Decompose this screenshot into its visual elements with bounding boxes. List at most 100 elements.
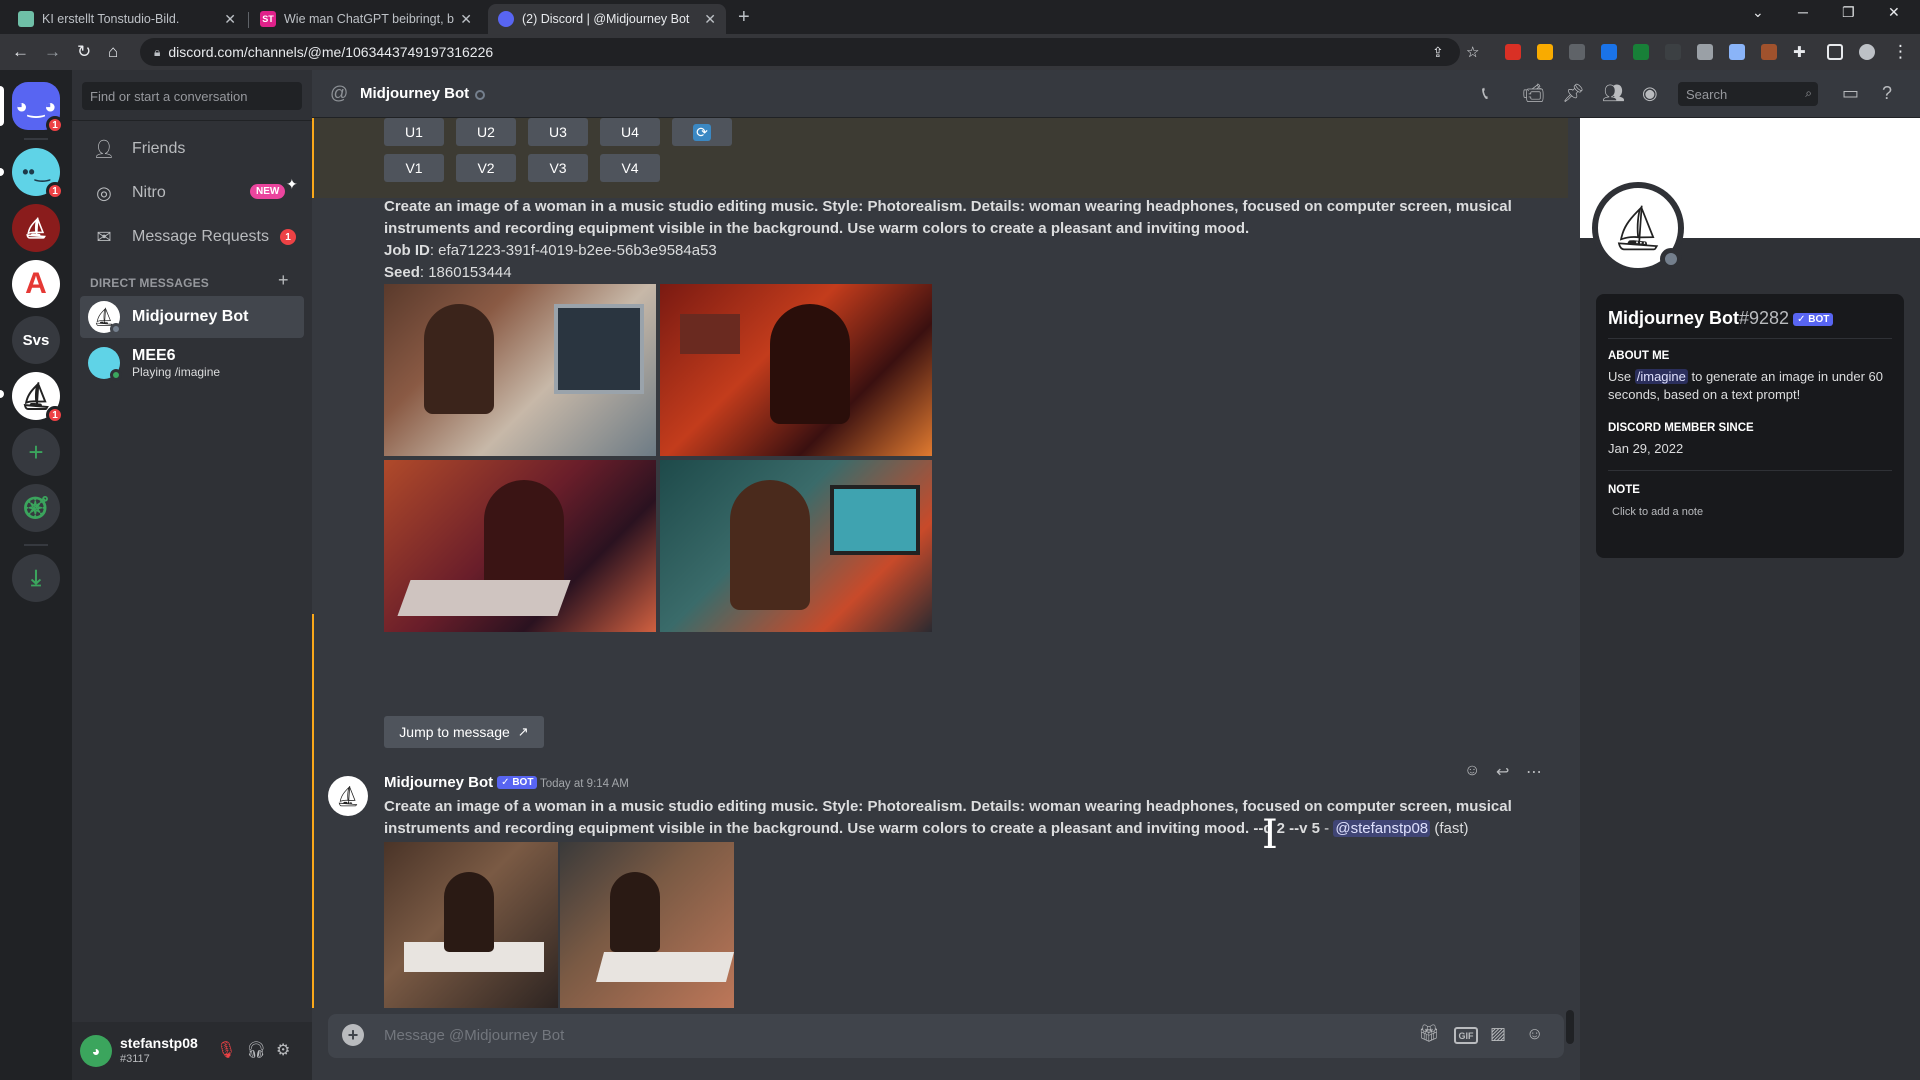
user-avatar[interactable]: ◕ bbox=[80, 1035, 112, 1067]
generated-image-2[interactable] bbox=[660, 284, 932, 456]
notification-badge: 1 bbox=[46, 406, 64, 424]
variation-v3-button[interactable]: V3 bbox=[528, 154, 588, 182]
add-server-button[interactable]: + bbox=[12, 428, 60, 476]
profile-avatar-icon[interactable] bbox=[1859, 44, 1875, 60]
upscale-u2-button[interactable]: U2 bbox=[456, 118, 516, 146]
upscale-u3-button[interactable]: U3 bbox=[528, 118, 588, 146]
sparkle-icon: ✦ bbox=[286, 176, 298, 192]
message-author[interactable]: Midjourney Bot ✓ BOT bbox=[384, 774, 538, 791]
browser-tab-1[interactable]: KI erstellt Tonstudio-Bild. ✕ bbox=[8, 4, 246, 34]
extension-icon[interactable] bbox=[1537, 44, 1553, 60]
mute-microphone-icon[interactable]: 🎙︎ bbox=[216, 1040, 236, 1060]
message-input[interactable]: Message @Midjourney Bot bbox=[384, 1027, 564, 1044]
reroll-button[interactable]: ⟳ bbox=[672, 118, 732, 146]
download-icon: ⤓ bbox=[31, 565, 41, 590]
browser-tab-3-active[interactable]: (2) Discord | @Midjourney Bot ✕ bbox=[488, 4, 726, 34]
close-icon[interactable]: ✕ bbox=[460, 11, 472, 28]
server-mee6[interactable]: ••‿ 1 bbox=[12, 148, 64, 200]
variation-v1-button[interactable]: V1 bbox=[384, 154, 444, 182]
server-icon[interactable]: A bbox=[12, 260, 60, 308]
extension-icon[interactable] bbox=[1569, 44, 1585, 60]
adblock-extension-icon[interactable] bbox=[1505, 44, 1521, 60]
extension-icon[interactable] bbox=[1761, 44, 1777, 60]
tab-search-chevron-icon[interactable]: ⌄ bbox=[1752, 4, 1764, 21]
nav-friends[interactable]: 👤︎ Friends bbox=[80, 128, 304, 170]
home-icon[interactable]: ⌂ bbox=[108, 42, 118, 62]
extension-icon[interactable] bbox=[1665, 44, 1681, 60]
lock-icon: 🔒︎ bbox=[154, 44, 161, 59]
pinned-messages-icon[interactable]: 📌︎ bbox=[1562, 83, 1585, 104]
variation-v2-button[interactable]: V2 bbox=[456, 154, 516, 182]
settings-gear-icon[interactable]: ⚙ bbox=[276, 1040, 290, 1060]
side-panel-icon[interactable] bbox=[1827, 44, 1843, 60]
share-icon[interactable]: ⇪ bbox=[1432, 44, 1444, 61]
friends-icon: 👤︎ bbox=[92, 138, 116, 159]
reload-icon[interactable]: ↻ bbox=[77, 42, 91, 62]
reply-icon[interactable]: ↩ bbox=[1496, 762, 1509, 782]
about-me-text: Use /imagine to generate an image in und… bbox=[1608, 369, 1884, 402]
generated-image-4[interactable] bbox=[660, 460, 932, 632]
minimize-icon[interactable]: ─ bbox=[1798, 4, 1808, 20]
user-mention[interactable]: @stefanstp08 bbox=[1333, 820, 1431, 837]
explore-servers-button[interactable]: 🧭︎ bbox=[12, 484, 60, 532]
window-close-icon[interactable]: ✕ bbox=[1888, 4, 1900, 21]
video-call-icon[interactable]: 📹︎ bbox=[1522, 83, 1545, 104]
close-icon[interactable]: ✕ bbox=[704, 11, 716, 28]
discord-favicon-icon bbox=[498, 11, 514, 27]
variation-v4-button[interactable]: V4 bbox=[600, 154, 660, 182]
sticker-icon[interactable]: ▨ bbox=[1490, 1024, 1506, 1044]
upscale-u1-button[interactable]: U1 bbox=[384, 118, 444, 146]
server-svs[interactable]: Svs bbox=[12, 316, 60, 364]
scrollbar-thumb[interactable] bbox=[1566, 1010, 1574, 1044]
command-mention[interactable]: /imagine bbox=[1634, 369, 1688, 384]
address-bar[interactable]: 🔒︎ discord.com/channels/@me/106344374919… bbox=[140, 38, 1460, 66]
find-conversation-input[interactable]: Find or start a conversation bbox=[82, 82, 302, 110]
avatar[interactable]: ⛵︎ bbox=[328, 776, 368, 816]
restore-icon[interactable]: ❐ bbox=[1842, 4, 1855, 21]
extension-icon[interactable] bbox=[1729, 44, 1745, 60]
user-profile-icon[interactable]: ◉ bbox=[1642, 83, 1658, 104]
emoji-icon[interactable]: ☺ bbox=[1526, 1024, 1543, 1044]
generated-image-6[interactable] bbox=[560, 842, 734, 1008]
dm-mee6[interactable]: MEE6 Playing /imagine bbox=[80, 342, 304, 384]
gif-button[interactable]: GIF bbox=[1454, 1027, 1478, 1044]
help-icon[interactable]: ? bbox=[1882, 83, 1892, 104]
server-midjourney[interactable]: ⛵︎ 1 bbox=[12, 372, 64, 424]
server-icon[interactable]: ⛵︎ bbox=[12, 204, 60, 252]
create-dm-plus-icon[interactable]: + bbox=[278, 270, 289, 291]
attach-plus-icon[interactable]: + bbox=[342, 1024, 364, 1046]
back-icon[interactable]: ← bbox=[12, 42, 29, 62]
add-friends-to-dm-icon[interactable]: 👥︎ bbox=[1602, 83, 1625, 104]
generated-image-1[interactable] bbox=[384, 284, 656, 456]
url-text: discord.com/channels/@me/106344374919731… bbox=[168, 44, 494, 60]
dm-sidebar: Find or start a conversation 👤︎ Friends … bbox=[72, 70, 312, 1080]
browser-tab-2[interactable]: ST Wie man ChatGPT beibringt, bes ✕ bbox=[250, 4, 482, 34]
new-tab-icon[interactable]: + bbox=[738, 6, 750, 29]
generated-image-5[interactable] bbox=[384, 842, 558, 1008]
nav-nitro[interactable]: ◎ Nitro NEW ✦ bbox=[80, 172, 304, 214]
voice-call-icon[interactable]: 📞︎ bbox=[1482, 83, 1488, 104]
add-reaction-icon[interactable]: ☺ bbox=[1464, 762, 1480, 780]
generated-image-3[interactable] bbox=[384, 460, 656, 632]
puzzle-extensions-icon[interactable]: ✚ bbox=[1793, 43, 1806, 61]
more-options-icon[interactable]: ⋯ bbox=[1526, 762, 1542, 782]
home-button[interactable]: ◕‿◕ 1 bbox=[12, 82, 64, 134]
download-extension-icon[interactable] bbox=[1633, 44, 1649, 60]
headphones-icon[interactable]: 🎧︎ bbox=[246, 1040, 266, 1060]
dm-midjourney-bot[interactable]: ⛵︎ Midjourney Bot bbox=[80, 296, 304, 338]
search-icon: ⌕ bbox=[1805, 86, 1812, 100]
download-apps-button[interactable]: ⤓ bbox=[12, 554, 60, 602]
close-icon[interactable]: ✕ bbox=[224, 11, 236, 28]
extension-icon[interactable] bbox=[1601, 44, 1617, 60]
note-input[interactable]: Click to add a note bbox=[1612, 506, 1703, 518]
browser-menu-icon[interactable]: ⋮ bbox=[1892, 42, 1909, 62]
bookmark-star-icon[interactable]: ☆ bbox=[1466, 43, 1479, 61]
nav-message-requests[interactable]: ✉︎ Message Requests 1 bbox=[80, 216, 304, 258]
upscale-u4-button[interactable]: U4 bbox=[600, 118, 660, 146]
inbox-icon[interactable]: ▭ bbox=[1842, 83, 1859, 104]
forward-icon[interactable]: → bbox=[44, 42, 61, 62]
gift-icon[interactable]: 🎁︎ bbox=[1418, 1024, 1440, 1044]
jump-to-message-button[interactable]: Jump to message ↗ bbox=[384, 716, 544, 748]
camera-extension-icon[interactable] bbox=[1697, 44, 1713, 60]
search-input[interactable]: Search ⌕ bbox=[1678, 82, 1818, 106]
